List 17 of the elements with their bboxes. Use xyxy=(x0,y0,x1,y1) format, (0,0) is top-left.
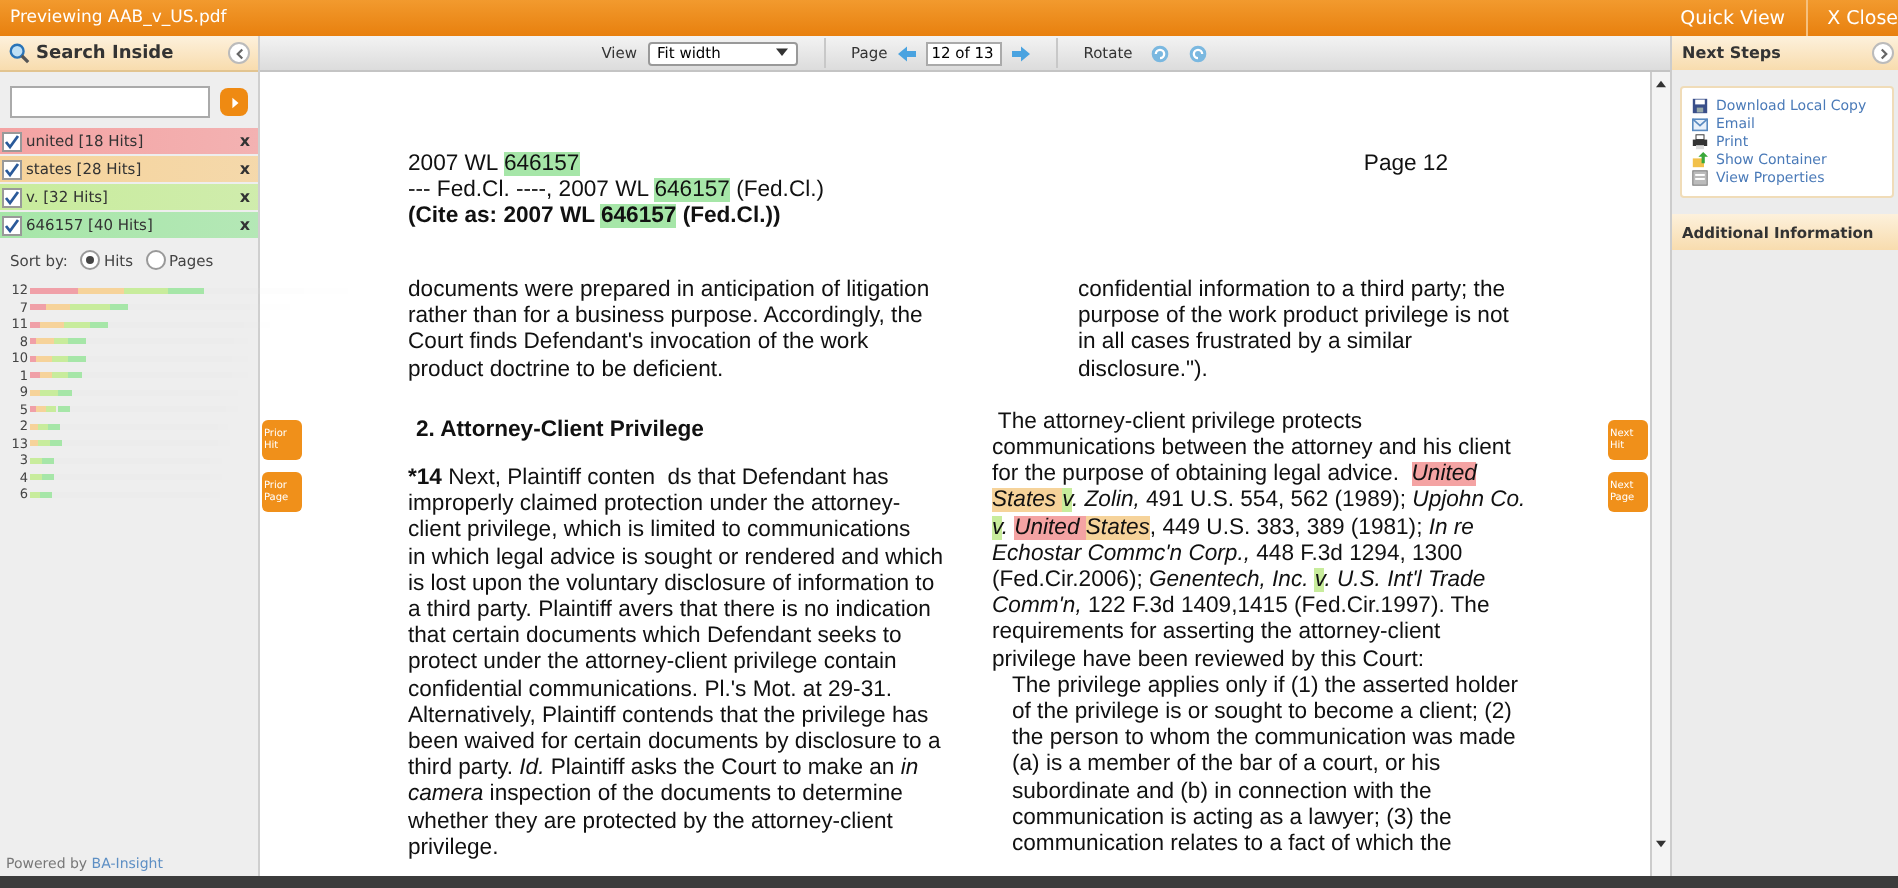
block-quote: The privilege applies only if (1) the asserted holder of the privilege is or sought to become a client; (2) the person to whom the communication was made (a) is a member of the bar of a court, or his subordinate and (b) in connection with the communication is acting as a lawyer; (3) the communication relates to a fact of which the xyxy=(1012,673,1521,859)
panel-title: Next Steps xyxy=(1682,44,1781,62)
paragraph: The attorney-client privilege protects communications between the attorney and his client for the purpose of obtaining legal advice. United States v. Zolin, 491 U.S. 554, 562 (1989); Upjohn Co. v. United States, 449 U.S. 383, 389 (1981); In re Echostar Commc'n Corp., 448 F.3d 1294, 1300 (Fed.Cir.2006); Genentech, Inc. v. U.S. Int'l Trade Comm'n, 122 F.3d 1409,1415 (Fed.Cir.1997). The requirements for asserting the attorney-client privilege have been reviewed by this Court: xyxy=(992,409,1528,674)
window-title: Previewing AAB_v_US.pdf xyxy=(10,8,227,28)
paragraph: documents were prepared in anticipation of litigation rather than for a business purpose. Accordingly, the Court finds Defendant's invocation of the work product doctrine to be deficient. xyxy=(408,278,932,384)
remove-button[interactable]: x xyxy=(239,160,250,178)
page-number-label: Page 12 xyxy=(1361,152,1450,180)
panel-title: Search Inside xyxy=(36,43,176,63)
remove-button[interactable]: x xyxy=(239,188,250,206)
remove-button[interactable]: x xyxy=(239,216,250,234)
citation-line: 2007 WL 646157 xyxy=(408,152,582,179)
citation-line: --- Fed.Cl. ----, 2007 WL 646157 (Fed.Cl.) xyxy=(408,178,827,205)
citation-line: (Cite as: 2007 WL 646157 (Fed.Cl.)) xyxy=(408,204,783,232)
section-heading: 2. Attorney-Client Privilege xyxy=(416,417,706,445)
paragraph: confidential information to a third party; the purpose of the work product privilege is not in all cases frustrated by a similar disclosure."). xyxy=(1078,278,1511,384)
paragraph: *14 Next, Plaintiff conten ds that Defendant has improperly claimed protection under the attorney- client privilege, which is limited to communications in which legal advice is sought or rendered and which is lost upon the voluntary disclosure of information to a third party. Plaintiff avers that there is no indication that certain documents which Defendant seeks to protect under the attorney-client privilege contain confidential communications. Pl.'s Mot. at 29-31. Alternatively, Plaintiff contends that the privilege has been waived for certain documents by disclosure to a third party. Id. Plaintiff asks the Court to make an in camera inspection of the documents to determine whether they are protected by the attorney-client privilege. xyxy=(408,466,946,863)
remove-button[interactable]: x xyxy=(239,132,250,150)
